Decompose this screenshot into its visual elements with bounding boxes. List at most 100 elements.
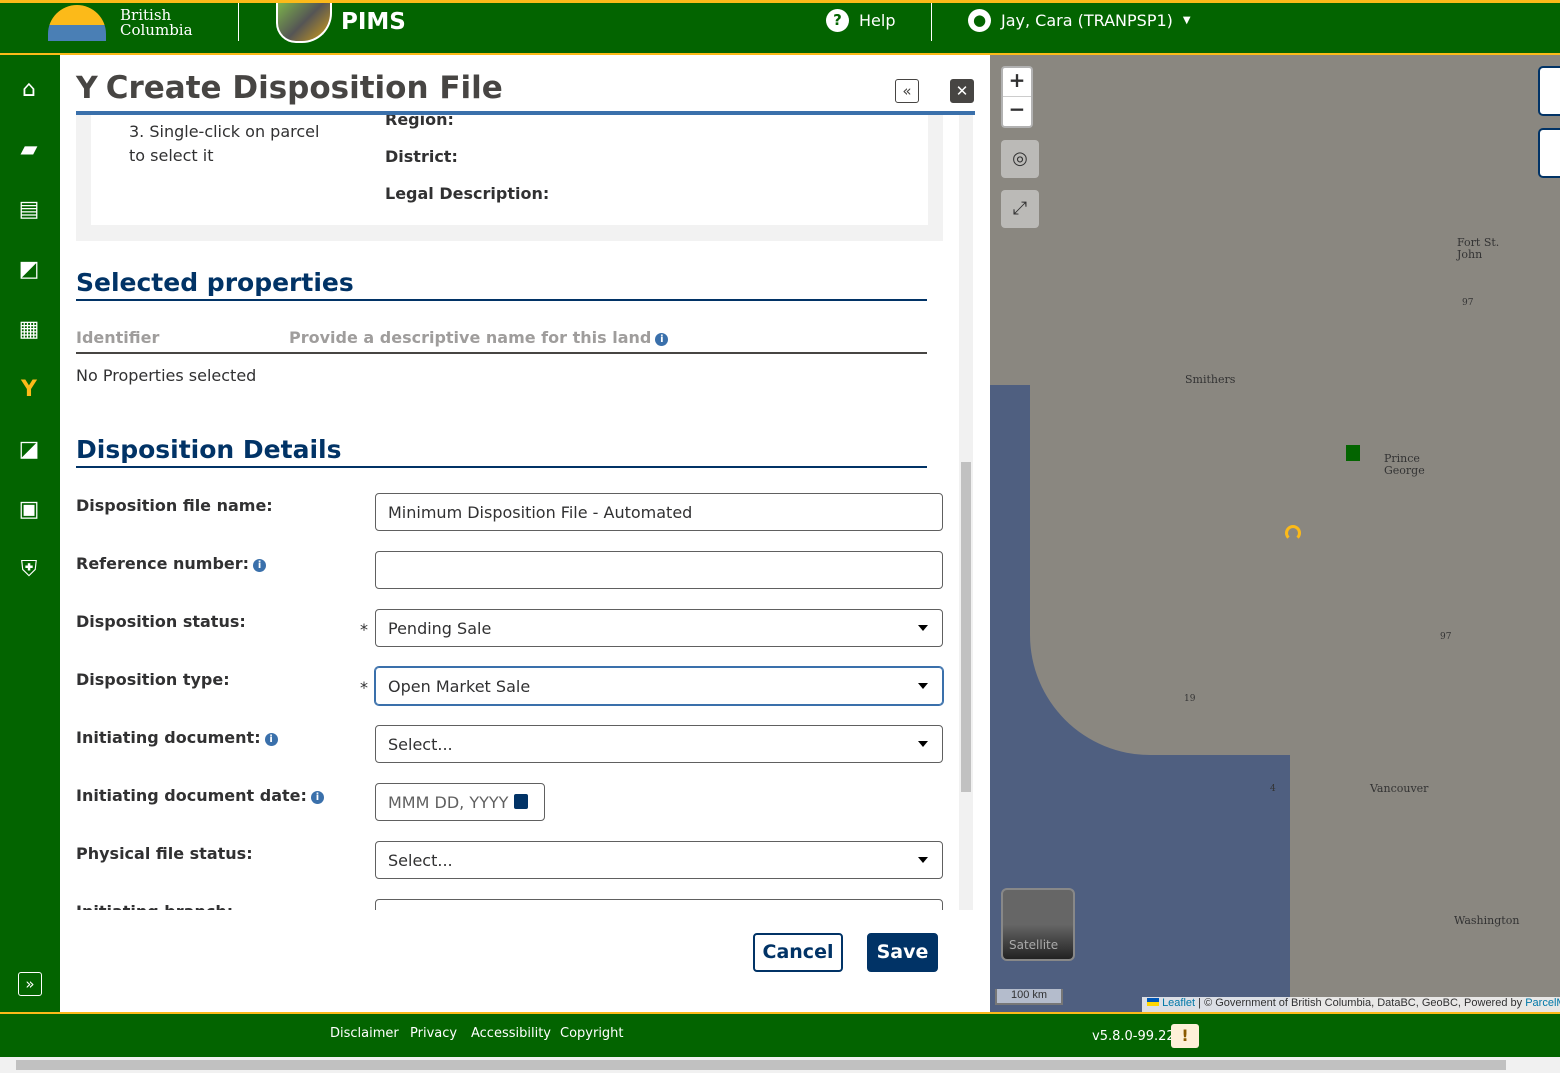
map-label: Vancouver bbox=[1370, 782, 1429, 795]
highway-label: 4 bbox=[1270, 784, 1276, 794]
district-label: District: bbox=[385, 147, 458, 166]
initiating-document-label: Initiating document: i bbox=[76, 728, 278, 747]
save-button[interactable]: Save bbox=[867, 933, 938, 972]
scrollbar-thumb[interactable] bbox=[961, 462, 971, 792]
physical-status-label: Physical file status: bbox=[76, 844, 253, 863]
type-label: Disposition type: bbox=[76, 670, 230, 689]
info-icon[interactable]: i bbox=[264, 733, 278, 746]
initiating-date-input[interactable]: MMM DD, YYYY bbox=[375, 783, 545, 821]
sidebar: ⌂ ▰ ▤ ◩ ▦ Y ◪ ▣ ⛨ » bbox=[0, 55, 60, 1012]
expand-sidebar-icon[interactable]: » bbox=[18, 972, 42, 996]
info-icon[interactable]: i bbox=[310, 791, 324, 804]
satellite-toggle[interactable]: Satellite bbox=[1001, 888, 1075, 961]
filter-button[interactable] bbox=[1538, 66, 1560, 116]
legal-description-label: Legal Description: bbox=[385, 184, 550, 203]
divider bbox=[238, 3, 239, 41]
instruction-step: 3. Single-click on parcel to select it bbox=[129, 122, 320, 165]
disposition-icon: Y bbox=[76, 70, 98, 106]
select-value: Pending Sale bbox=[388, 619, 492, 638]
lease-icon[interactable]: ◪ bbox=[15, 437, 43, 463]
bc-logo[interactable]: British Columbia bbox=[48, 3, 193, 43]
parcelmap-link[interactable]: ParcelMap bbox=[1525, 997, 1560, 1009]
close-button[interactable]: ✕ bbox=[950, 79, 974, 103]
help-label: Help bbox=[859, 11, 896, 30]
label-text: Initiating document date: bbox=[76, 786, 307, 805]
logo-line: Columbia bbox=[120, 21, 193, 39]
cancel-button[interactable]: Cancel bbox=[753, 933, 843, 972]
type-select[interactable]: Open Market Sale bbox=[375, 667, 943, 705]
acquisition-icon[interactable]: ◩ bbox=[15, 257, 43, 283]
location-pin-icon[interactable]: ◎ bbox=[1001, 140, 1039, 178]
file-name-input[interactable]: Minimum Disposition File - Automated bbox=[375, 493, 943, 531]
warning-icon[interactable]: ! bbox=[1171, 1024, 1199, 1048]
placeholder: MMM DD, YYYY bbox=[388, 793, 509, 812]
horizontal-scrollbar[interactable] bbox=[0, 1057, 1560, 1073]
calendar-icon[interactable] bbox=[514, 794, 528, 809]
fullscreen-icon[interactable]: ⤢ bbox=[1001, 190, 1039, 228]
col-identifier: Identifier bbox=[76, 328, 160, 347]
highway-label: 97 bbox=[1440, 632, 1452, 642]
footer-link-copyright[interactable]: Copyright bbox=[560, 1026, 624, 1041]
map-label: Smithers bbox=[1185, 373, 1236, 386]
map[interactable] bbox=[990, 55, 1560, 1012]
col-descriptive-name: Provide a descriptive name for this land… bbox=[289, 328, 669, 347]
selected-properties-heading: Selected properties bbox=[76, 268, 927, 301]
zoom-in-button[interactable]: + bbox=[1003, 68, 1031, 97]
scrollbar-thumb[interactable] bbox=[16, 1060, 1506, 1070]
collapse-panel-button[interactable]: « bbox=[895, 79, 919, 103]
loading-spinner bbox=[1285, 525, 1301, 541]
physical-status-select[interactable]: Select... bbox=[375, 841, 943, 879]
research-icon[interactable]: ▦ bbox=[15, 317, 43, 343]
info-icon[interactable]: i bbox=[253, 559, 267, 572]
region-label: Region: bbox=[385, 115, 454, 129]
home-icon[interactable]: ⌂ bbox=[15, 77, 43, 103]
reference-number-label: Reference number: i bbox=[76, 554, 267, 573]
empty-properties-text: No Properties selected bbox=[76, 366, 257, 385]
required-mark: * bbox=[360, 678, 368, 697]
info-icon[interactable]: i bbox=[655, 333, 669, 346]
help-link[interactable]: ? Help bbox=[826, 9, 895, 32]
initiating-document-select[interactable]: Select... bbox=[375, 725, 943, 763]
highway-label: 97 bbox=[1462, 298, 1474, 308]
property-marker-icon[interactable] bbox=[1346, 445, 1360, 461]
select-value: Select... bbox=[388, 735, 453, 754]
admin-icon[interactable]: ⛨ bbox=[15, 557, 43, 583]
zoom-control: + − bbox=[1001, 66, 1033, 128]
footer-link-privacy[interactable]: Privacy bbox=[410, 1026, 457, 1041]
file-name-label: Disposition file name: bbox=[76, 496, 273, 515]
map-label: Washington bbox=[1454, 914, 1520, 927]
reference-number-input[interactable] bbox=[375, 551, 943, 589]
form-scroll-area: 3. Single-click on parcel to select it R… bbox=[76, 115, 973, 910]
ukraine-flag-icon bbox=[1147, 998, 1159, 1006]
select-value: Open Market Sale bbox=[388, 677, 531, 696]
map-attribution: Leaflet | © Government of British Columb… bbox=[1142, 997, 1560, 1012]
attribution-text: | © Government of British Columbia, Data… bbox=[1195, 997, 1526, 1009]
layers-button[interactable] bbox=[1538, 128, 1560, 178]
divider bbox=[931, 3, 932, 41]
contacts-icon[interactable]: ▣ bbox=[15, 497, 43, 523]
initiating-branch-label: Initiating branch: bbox=[76, 902, 233, 910]
caret-down-icon bbox=[918, 683, 928, 694]
disposition-details-heading: Disposition Details bbox=[76, 435, 927, 468]
zoom-out-button[interactable]: − bbox=[1003, 97, 1031, 121]
user-icon: ● bbox=[968, 9, 991, 32]
status-label: Disposition status: bbox=[76, 612, 246, 631]
initiating-date-label: Initiating document date: i bbox=[76, 786, 324, 805]
leaflet-link[interactable]: Leaflet bbox=[1162, 997, 1195, 1009]
disposition-icon[interactable]: Y bbox=[15, 377, 43, 403]
footer-link-disclaimer[interactable]: Disclaimer bbox=[330, 1026, 399, 1041]
user-menu[interactable]: ● Jay, Cara (TRANPSP1) ▼ bbox=[968, 9, 1191, 32]
question-icon: ? bbox=[826, 9, 849, 32]
initiating-branch-select[interactable] bbox=[375, 899, 943, 910]
footer-link-accessibility[interactable]: Accessibility bbox=[471, 1026, 551, 1041]
highway-label: 19 bbox=[1184, 694, 1196, 704]
file-icon[interactable]: ▤ bbox=[15, 197, 43, 223]
status-select[interactable]: Pending Sale bbox=[375, 609, 943, 647]
label-text: Initiating document: bbox=[76, 728, 261, 747]
land-area bbox=[1290, 705, 1560, 1012]
map-label: Prince George bbox=[1384, 452, 1425, 477]
title-text: Create Disposition File bbox=[105, 70, 503, 106]
briefcase-icon[interactable]: ▰ bbox=[15, 137, 43, 163]
footer: Disclaimer Privacy Accessibility Copyrig… bbox=[0, 1012, 1560, 1057]
caret-down-icon bbox=[918, 625, 928, 636]
